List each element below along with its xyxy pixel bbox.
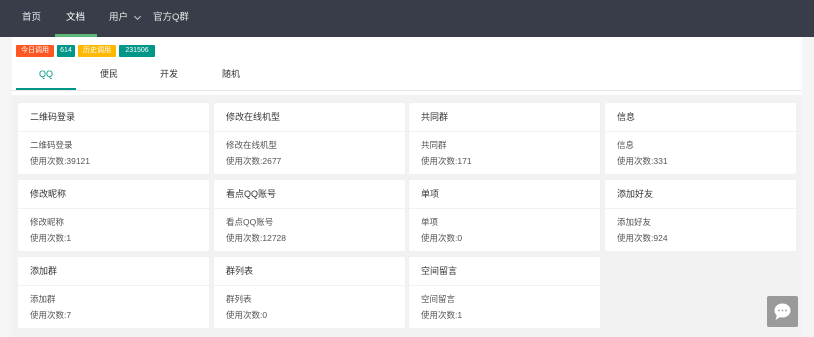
badge-today-value: 614 [57,45,75,57]
top-navbar: 首页 文档 用户 官方Q群 [0,0,814,37]
api-card[interactable]: 添加好友 添加好友 使用次数:924 [605,180,796,251]
tab-kaifa[interactable]: 开发 [144,61,194,90]
card-desc: 空间留言 [421,294,456,304]
api-card[interactable]: 看点QQ账号 看点QQ账号 使用次数:12728 [214,180,405,251]
api-card[interactable]: 单项 单项 使用次数:0 [409,180,600,251]
card-title: 群列表 [214,257,405,286]
api-card-grid: 二维码登录 二维码登录 使用次数:39121 修改在线机型 修改在线机型 使用次… [12,95,802,337]
card-usage-count: 使用次数:2677 [226,156,282,166]
card-usage-count: 使用次数:7 [30,310,72,320]
card-title: 空间留言 [409,257,600,286]
card-title: 信息 [605,103,796,132]
card-desc: 添加好友 [617,217,652,227]
api-card[interactable]: 添加群 添加群 使用次数:7 [18,257,209,328]
main-panel: 今日调用 614 历史调用 231506 QQ 便民 开发 随机 二维码登录 二… [12,37,802,337]
nav-docs[interactable]: 文档 [66,0,85,37]
badge-history-value: 231506 [119,45,155,57]
tab-qq[interactable]: QQ [16,61,76,90]
api-card[interactable]: 群列表 群列表 使用次数:0 [214,257,405,328]
nav-home[interactable]: 首页 [22,0,41,37]
tab-active-indicator [16,88,76,90]
card-title: 修改在线机型 [214,103,405,132]
card-usage-count: 使用次数:331 [617,156,668,166]
card-title: 二维码登录 [18,103,209,132]
card-desc: 添加群 [30,294,56,304]
card-usage-count: 使用次数:39121 [30,156,90,166]
nav-official-group[interactable]: 官方Q群 [153,0,189,37]
card-usage-count: 使用次数:1 [421,310,463,320]
card-usage-count: 使用次数:1 [30,233,72,243]
nav-user-menu[interactable]: 用户 [109,0,142,37]
badge-today-label: 今日调用 [16,45,54,57]
card-usage-count: 使用次数:171 [421,156,472,166]
api-card[interactable]: 二维码登录 二维码登录 使用次数:39121 [18,103,209,174]
card-title: 单项 [409,180,600,209]
card-desc: 二维码登录 [30,140,73,150]
card-title: 看点QQ账号 [214,180,405,209]
nav-user-label: 用户 [109,12,129,23]
api-card[interactable]: 共同群 共同群 使用次数:171 [409,103,600,174]
card-usage-count: 使用次数:0 [226,310,268,320]
api-card[interactable]: 修改昵称 修改昵称 使用次数:1 [18,180,209,251]
card-usage-count: 使用次数:0 [421,233,463,243]
card-usage-count: 使用次数:924 [617,233,668,243]
card-desc: 单项 [421,217,439,227]
tab-bianmin[interactable]: 便民 [84,61,134,90]
card-desc: 修改昵称 [30,217,65,227]
api-card[interactable]: 修改在线机型 修改在线机型 使用次数:2677 [214,103,405,174]
api-card[interactable]: 信息 信息 使用次数:331 [605,103,796,174]
card-usage-count: 使用次数:12728 [226,233,286,243]
card-desc: 群列表 [226,294,252,304]
card-desc: 看点QQ账号 [226,217,274,227]
card-desc: 共同群 [421,140,447,150]
chat-bubble-icon [767,296,798,327]
category-tabs: QQ 便民 开发 随机 [12,61,802,91]
badge-history-label: 历史调用 [78,45,116,57]
card-desc: 信息 [617,140,635,150]
card-title: 修改昵称 [18,180,209,209]
chat-button[interactable] [767,296,798,327]
card-desc: 修改在线机型 [226,140,278,150]
card-title: 添加群 [18,257,209,286]
tab-suiji[interactable]: 随机 [206,61,256,90]
chevron-down-icon [133,13,142,22]
card-title: 添加好友 [605,180,796,209]
api-card[interactable]: 空间留言 空间留言 使用次数:1 [409,257,600,328]
card-title: 共同群 [409,103,600,132]
